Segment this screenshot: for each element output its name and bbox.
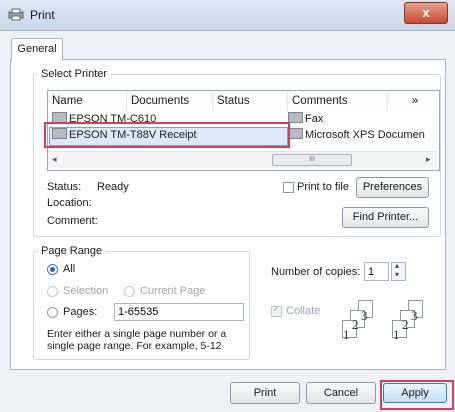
preferences-button[interactable]: Preferences bbox=[356, 177, 429, 198]
pages-input[interactable] bbox=[114, 303, 244, 321]
status-label: Status: bbox=[47, 181, 82, 193]
comment-label: Comment: bbox=[47, 215, 98, 227]
column-more[interactable]: » bbox=[388, 91, 438, 111]
all-radio[interactable] bbox=[47, 264, 58, 275]
status-value: Ready bbox=[97, 181, 129, 193]
pages-radio[interactable] bbox=[47, 307, 58, 318]
collate-number: 2 bbox=[402, 317, 409, 332]
page-range-legend: Page Range bbox=[41, 245, 103, 257]
close-button[interactable]: x bbox=[404, 2, 448, 24]
collate-number: 2 bbox=[352, 317, 359, 332]
radio-dot bbox=[50, 267, 55, 272]
fax-icon bbox=[288, 112, 303, 123]
copies-label: Number of copies: bbox=[271, 266, 361, 278]
copies-stepper[interactable]: ▴ ▾ bbox=[391, 261, 406, 281]
column-comments[interactable]: Comments bbox=[288, 91, 388, 111]
scroll-right-arrow-icon[interactable]: ▸ bbox=[426, 154, 431, 165]
all-label: All bbox=[63, 263, 76, 275]
select-printer-legend: Select Printer bbox=[41, 68, 108, 80]
selection-label: Selection bbox=[63, 285, 109, 297]
print-to-file-checkbox[interactable] bbox=[283, 182, 294, 193]
window-title: Print bbox=[30, 8, 55, 22]
chevron-up-icon[interactable]: ▴ bbox=[395, 261, 399, 270]
checkmark-icon: ✓ bbox=[272, 304, 281, 315]
printer-icon bbox=[288, 128, 303, 139]
printer-item[interactable]: Microsoft XPS Documen bbox=[288, 128, 425, 143]
current-page-label: Current Page bbox=[140, 285, 206, 297]
selection-highlight-outline bbox=[44, 122, 290, 148]
collate-number: 1 bbox=[393, 327, 400, 342]
selection-radio[interactable] bbox=[47, 286, 58, 297]
cancel-button[interactable]: Cancel bbox=[306, 382, 376, 404]
printer-item[interactable]: Fax bbox=[288, 112, 323, 127]
column-name[interactable]: Name bbox=[48, 91, 127, 111]
scroll-thumb[interactable]: III bbox=[272, 154, 352, 166]
collate-number: 1 bbox=[343, 327, 350, 342]
collate-number: 3 bbox=[411, 308, 418, 323]
title-bar: Print x bbox=[0, 0, 455, 31]
column-documents[interactable]: Documents bbox=[127, 91, 213, 111]
apply-highlight-outline bbox=[380, 380, 454, 410]
current-page-radio[interactable] bbox=[124, 286, 135, 297]
tab-general[interactable]: General bbox=[11, 38, 63, 61]
print-to-file-label: Print to file bbox=[297, 181, 349, 193]
collate-illustration: 1 2 3 1 2 3 bbox=[340, 300, 440, 350]
find-printer-button[interactable]: Find Printer... bbox=[342, 207, 429, 228]
chevron-down-icon[interactable]: ▾ bbox=[395, 270, 399, 279]
printer-icon bbox=[8, 8, 24, 21]
page-range-hint: Enter either a single page number or a s… bbox=[47, 328, 227, 352]
scroll-left-arrow-icon[interactable]: ◂ bbox=[52, 154, 57, 165]
column-status[interactable]: Status bbox=[213, 91, 288, 111]
horizontal-scrollbar[interactable]: ◂ III ▸ bbox=[48, 151, 437, 168]
collate-number: 3 bbox=[361, 308, 368, 323]
pages-label: Pages: bbox=[63, 306, 98, 318]
print-button[interactable]: Print bbox=[230, 382, 300, 404]
collate-label: Collate bbox=[286, 305, 321, 317]
location-label: Location: bbox=[47, 197, 92, 209]
collate-checkbox[interactable]: ✓ bbox=[271, 304, 282, 317]
copies-input[interactable] bbox=[364, 262, 389, 281]
